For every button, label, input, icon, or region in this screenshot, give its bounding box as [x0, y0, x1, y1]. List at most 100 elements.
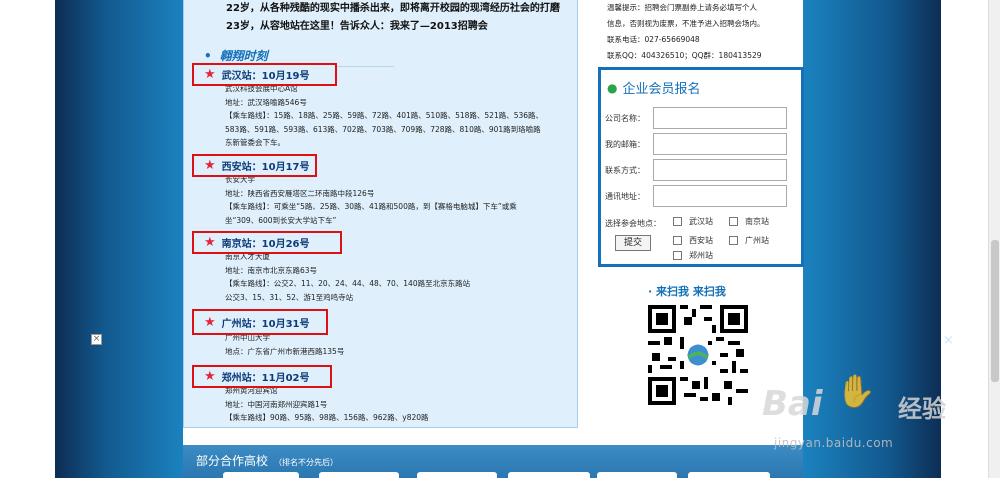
station-nanjing: ★ 南京站：10月26号 南京人才大厦 地址：南京市北京东路63号 【乘车路线】… — [192, 231, 572, 304]
registration-form: ● 企业会员报名 公司名称： 我的邮箱： 联系方式： 通讯地址： 选择参会地点： — [598, 67, 804, 267]
partner-universities-bar: 部分合作高校 （排名不分先后） — [183, 445, 803, 478]
station-name: 广州站：10月31号 — [221, 318, 310, 330]
qr-code-icon — [648, 305, 748, 405]
university-logo[interactable] — [417, 472, 497, 478]
station-detail: 地址：武汉珞喻路546号 — [225, 97, 307, 107]
checkbox[interactable] — [673, 217, 682, 226]
location-guangzhou[interactable]: 广州站 — [729, 235, 769, 246]
address-row: 通讯地址： — [605, 185, 787, 207]
station-name: 南京站：10月26号 — [221, 239, 310, 250]
partners-note: （排名不分先后） — [274, 458, 339, 467]
left-blue-background — [55, 0, 183, 478]
location-label: 选择参会地点： — [605, 219, 661, 228]
station-detail: 地点：广东省广州市新港西路135号 — [225, 346, 345, 356]
company-name-row: 公司名称： — [605, 107, 787, 129]
close-icon[interactable]: × — [91, 334, 102, 345]
schedule-panel: 22岁，从各种残酷的现实中播杀出来，即将离开校园的现湾经历社会的打磨 23岁，从… — [183, 0, 578, 428]
station-detail: 【乘车路线】90路、95路、98路、156路、962路、y820路 — [225, 413, 429, 422]
field-label: 我的邮箱： — [605, 139, 645, 149]
location-nanjing[interactable]: 南京站 — [729, 216, 769, 227]
star-icon: ★ — [204, 314, 216, 330]
section-title: • 翱翔时刻 — [204, 47, 268, 64]
star-icon: ★ — [204, 369, 216, 384]
checkbox[interactable] — [729, 217, 738, 226]
station-detail: 坐“309、600到长安大学站下车” — [225, 215, 337, 225]
checkbox-label: 西安站 — [689, 236, 713, 245]
close-icon[interactable]: × — [943, 334, 954, 347]
partners-title: 部分合作高校 （排名不分先后） — [196, 452, 338, 469]
checkbox-label: 郑州站 — [689, 251, 713, 260]
station-detail: 583路、591路、593路、613路、702路、703路、709路、728路、… — [225, 124, 541, 134]
university-logo[interactable] — [597, 472, 677, 478]
user-icon: ● — [607, 80, 618, 95]
scan-prompt: · 来扫我 来扫我 — [648, 285, 726, 298]
checkbox-label: 南京站 — [745, 217, 769, 226]
station-header[interactable]: ★ 武汉站：10月19号 — [192, 63, 337, 86]
notice-line: 信息，否则视为废票，不准予进入招聘会场内。 — [607, 19, 765, 28]
station-name: 西安站：10月17号 — [221, 162, 310, 173]
star-icon: ★ — [204, 158, 216, 173]
sidebar: 温馨提示：招聘会门票副券上请务必填写个人 信息，否则视为废票，不准予进入招聘会场… — [595, 0, 804, 478]
station-detail: 【乘车路线】：15路、18路、25路、59路、72路、401路、510路、518… — [225, 111, 544, 120]
contact-row: 联系方式： — [605, 159, 787, 181]
location-zhengzhou[interactable]: 郑州站 — [673, 250, 713, 261]
left-margin — [0, 0, 55, 478]
university-logo[interactable] — [688, 472, 770, 478]
station-header[interactable]: ★ 西安站：10月17号 — [192, 154, 317, 177]
company-name-input[interactable] — [653, 107, 787, 129]
checkbox-label: 武汉站 — [689, 217, 713, 226]
notice-qq: 联系QQ：404326510；QQ群：180413529 — [607, 51, 762, 60]
notice-phone: 联系电话：027-65669048 — [607, 35, 700, 44]
intro-line: 22岁，从各种残酷的现实中播杀出来，即将离开校园的现湾经历社会的打磨 — [226, 3, 560, 14]
university-logo[interactable] — [508, 472, 590, 478]
right-margin — [941, 0, 988, 478]
checkbox[interactable] — [673, 251, 682, 260]
scrollbar[interactable] — [988, 0, 1000, 478]
station-header[interactable]: ★ 郑州站：11月02号 — [192, 365, 332, 388]
station-detail: 公交3、15、31、52、游1至鸡鸣寺站 — [225, 292, 354, 302]
field-label: 联系方式： — [605, 165, 645, 175]
station-detail: 地址：中国河南郑州迎宾路1号 — [225, 399, 328, 409]
email-input[interactable] — [653, 133, 787, 155]
intro-line: 23岁，从容地站在这里！告诉众人：我来了—2013招聘会 — [226, 21, 488, 32]
field-label: 公司名称： — [605, 113, 645, 123]
scrollbar-thumb[interactable] — [991, 240, 999, 382]
station-detail: 【乘车路线】：公交2、11、20、24、44、48、70、140路至北京东路站 — [225, 279, 471, 288]
field-label: 通讯地址： — [605, 191, 645, 201]
checkbox-label: 广州站 — [745, 236, 769, 245]
notice-line: 温馨提示：招聘会门票副券上请务必填写个人 — [607, 3, 757, 12]
station-header[interactable]: ★ 南京站：10月26号 — [192, 231, 342, 254]
station-detail: 【乘车路线】：可乘坐“5路、25路、30路、41路和500路，到【赛格电脑城】下… — [225, 202, 517, 211]
university-logo[interactable] — [319, 472, 399, 478]
station-detail: 地址：陕西省西安雁塔区二环南路中段126号 — [225, 188, 375, 198]
bullet-icon: • — [204, 49, 212, 63]
station-header[interactable]: ★ 广州站：10月31号 — [192, 309, 328, 335]
checkbox[interactable] — [729, 236, 738, 245]
right-blue-background — [803, 0, 941, 478]
station-detail: 地址：南京市北京东路63号 — [225, 265, 318, 275]
station-xian: ★ 西安站：10月17号 长安大学 地址：陕西省西安雁塔区二环南路中段126号 … — [192, 154, 572, 227]
registration-title: ● 企业会员报名 — [607, 78, 701, 98]
location-wuhan[interactable]: 武汉站 — [673, 216, 713, 227]
email-row: 我的邮箱： — [605, 133, 787, 155]
station-zhengzhou: ★ 郑州站：11月02号 郑州黄河迎宾馆 地址：中国河南郑州迎宾路1号 【乘车路… — [192, 365, 572, 425]
address-input[interactable] — [653, 185, 787, 207]
station-wuhan: ★ 武汉站：10月19号 武汉科技会展中心A馆 地址：武汉珞喻路546号 【乘车… — [192, 63, 572, 150]
location-xian[interactable]: 西安站 — [673, 235, 713, 246]
star-icon: ★ — [204, 235, 216, 250]
section-title-text: 翱翔时刻 — [219, 49, 268, 63]
university-logo[interactable] — [223, 472, 299, 478]
station-detail: 东新管委会下车。 — [225, 138, 285, 147]
station-name: 武汉站：10月19号 — [221, 71, 310, 82]
main-content: 22岁，从各种残酷的现实中播杀出来，即将离开校园的现湾经历社会的打磨 23岁，从… — [183, 0, 804, 478]
station-guangzhou: ★ 广州站：10月31号 广州中山大学 地点：广东省广州市新港西路135号 — [192, 309, 572, 358]
registration-title-text: 企业会员报名 — [622, 82, 701, 97]
submit-button[interactable]: 提交 — [615, 235, 651, 251]
checkbox[interactable] — [673, 236, 682, 245]
intro-text: 22岁，从各种残酷的现实中播杀出来，即将离开校园的现湾经历社会的打磨 23岁，从… — [226, 0, 576, 36]
notice: 温馨提示：招聘会门票副券上请务必填写个人 信息，否则视为废票，不准予进入招聘会场… — [607, 0, 803, 64]
station-name: 郑州站：11月02号 — [221, 373, 310, 384]
star-icon: ★ — [204, 67, 216, 82]
partners-title-text: 部分合作高校 — [196, 454, 269, 468]
contact-input[interactable] — [653, 159, 787, 181]
